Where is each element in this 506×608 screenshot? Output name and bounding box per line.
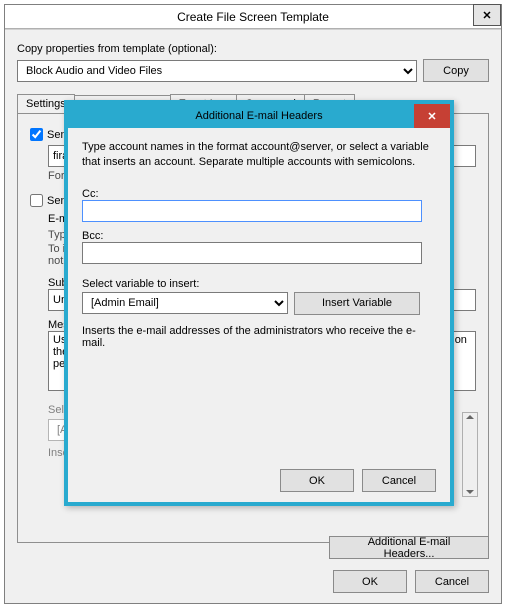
bcc-label: Bcc: — [82, 230, 436, 242]
dialog-title: Additional E-mail Headers — [195, 110, 322, 122]
copy-button[interactable]: Copy — [423, 59, 489, 82]
cc-input[interactable] — [82, 200, 422, 222]
additional-email-headers-dialog: Additional E-mail Headers ✕ Type account… — [64, 100, 454, 506]
dialog-ok-button[interactable]: OK — [280, 469, 354, 492]
dialog-body: Type account names in the format account… — [68, 128, 450, 361]
cc-label: Cc: — [82, 188, 436, 200]
titlebar: Create File Screen Template ✕ — [5, 5, 501, 29]
window-title: Create File Screen Template — [177, 10, 329, 24]
window-ok-button[interactable]: OK — [333, 570, 407, 593]
send-admin-checkbox[interactable] — [30, 128, 43, 141]
send-user-checkbox[interactable] — [30, 194, 43, 207]
dialog-titlebar: Additional E-mail Headers ✕ — [68, 104, 450, 128]
window-cancel-button[interactable]: Cancel — [415, 570, 489, 593]
close-icon: ✕ — [427, 110, 436, 123]
scroll-up-icon — [466, 415, 474, 419]
message-scrollbar[interactable] — [462, 412, 478, 497]
dialog-select-label: Select variable to insert: — [82, 278, 436, 290]
bcc-input[interactable] — [82, 242, 422, 264]
dialog-variable-select[interactable]: [Admin Email] — [82, 292, 288, 314]
dialog-close-button[interactable]: ✕ — [414, 104, 450, 128]
template-select[interactable]: Block Audio and Video Files — [17, 60, 417, 82]
additional-headers-button[interactable]: Additional E-mail Headers... — [329, 536, 489, 559]
scroll-down-icon — [466, 490, 474, 494]
dialog-insert-variable-button[interactable]: Insert Variable — [294, 292, 420, 315]
dialog-hint: Inserts the e-mail addresses of the admi… — [82, 325, 436, 349]
dialog-instruction: Type account names in the format account… — [82, 140, 436, 170]
window-close-button[interactable]: ✕ — [473, 4, 501, 26]
close-icon: ✕ — [482, 9, 491, 22]
copy-properties-label: Copy properties from template (optional)… — [17, 43, 489, 55]
dialog-cancel-button[interactable]: Cancel — [362, 469, 436, 492]
